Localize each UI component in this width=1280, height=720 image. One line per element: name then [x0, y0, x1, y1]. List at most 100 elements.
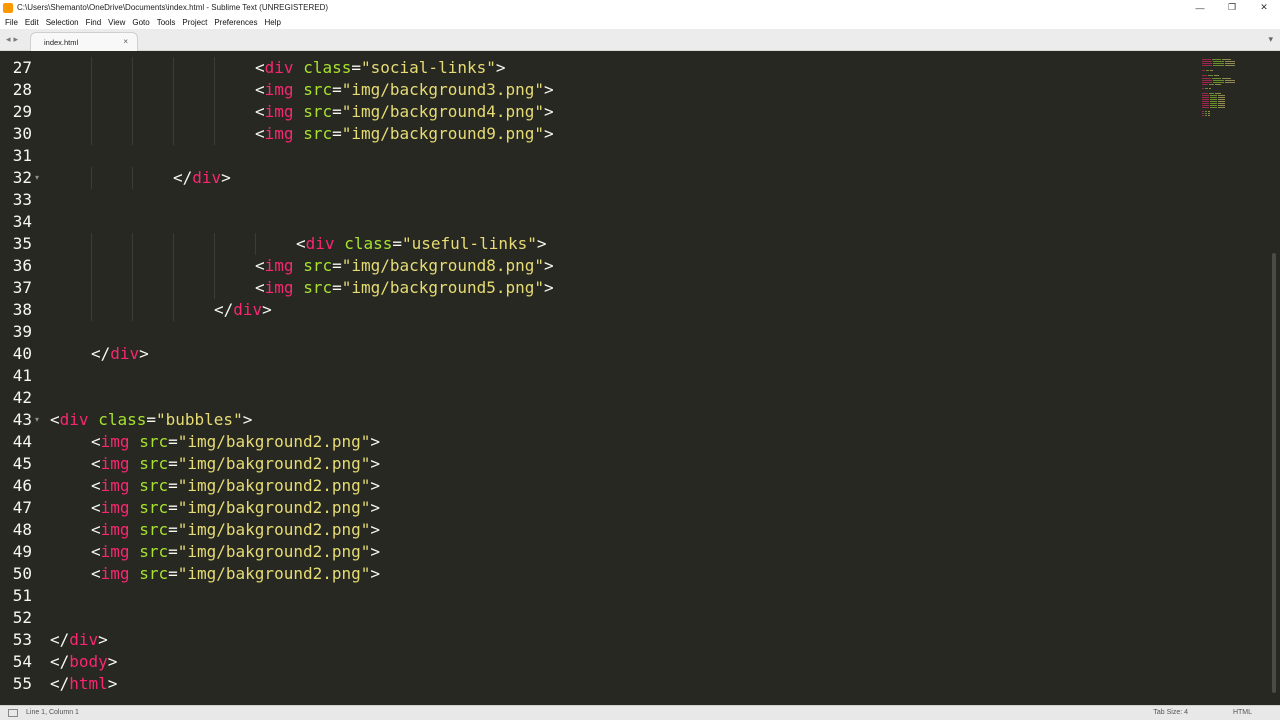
menu-project[interactable]: Project	[182, 18, 207, 27]
code-line[interactable]: 42	[0, 387, 1190, 409]
indent-guide	[91, 233, 92, 255]
minimap-line	[1224, 80, 1235, 81]
code-line[interactable]: 38 </div>	[0, 299, 1190, 321]
code-line[interactable]: 35 <div class="useful-links">	[0, 233, 1190, 255]
code-line[interactable]: 34	[0, 211, 1190, 233]
minimap-line	[1210, 97, 1217, 98]
tab-size-indicator[interactable]: Tab Size: 4	[1153, 709, 1188, 716]
minimap-line	[1205, 115, 1207, 116]
minimap-line	[1218, 105, 1225, 106]
minimap-line	[1208, 84, 1215, 85]
panel-toggle-icon[interactable]	[8, 709, 18, 717]
tab-label: index.html	[44, 38, 79, 47]
indent-guide	[173, 79, 174, 101]
code-line[interactable]: 45 <img src="img/bakground2.png">	[0, 453, 1190, 475]
code-line[interactable]: 43 ▾ <div class="bubbles">	[0, 409, 1190, 431]
code-line[interactable]: 48 <img src="img/bakground2.png">	[0, 519, 1190, 541]
menu-find[interactable]: Find	[86, 18, 102, 27]
line-number: 28	[12, 80, 32, 99]
minimap-line	[1202, 93, 1208, 94]
maximize-button[interactable]: ❐	[1216, 0, 1248, 15]
minimize-button[interactable]: —	[1184, 0, 1216, 15]
code-line[interactable]: 39	[0, 321, 1190, 343]
code-line[interactable]: 55 </html>	[0, 673, 1190, 695]
minimap-line	[1202, 82, 1213, 83]
code-line[interactable]: 37 <img src="img/background5.png">	[0, 277, 1190, 299]
code-text: </div>	[214, 300, 272, 319]
indent-guide	[91, 123, 92, 145]
indent-guide	[132, 101, 133, 123]
code-text: <img src="img/bakground2.png">	[91, 476, 381, 495]
minimap-line	[1202, 99, 1209, 100]
line-number: 38	[12, 300, 32, 319]
code-line[interactable]: 30 <img src="img/background9.png">	[0, 123, 1190, 145]
code-line[interactable]: 47 <img src="img/bakground2.png">	[0, 497, 1190, 519]
indent-guide	[132, 123, 133, 145]
code-line[interactable]: 28 <img src="img/background3.png">	[0, 79, 1190, 101]
scroll-thumb[interactable]	[1272, 253, 1276, 693]
code-line[interactable]: 29 <img src="img/background4.png">	[0, 101, 1190, 123]
window-controls: — ❐ ✕	[1184, 0, 1280, 15]
minimap-line	[1202, 78, 1211, 79]
code-text: </body>	[50, 652, 118, 671]
menu-tools[interactable]: Tools	[157, 18, 176, 27]
line-number: 37	[12, 278, 32, 297]
minimap-line	[1212, 59, 1221, 60]
menu-help[interactable]: Help	[264, 18, 280, 27]
code-line[interactable]: 41	[0, 365, 1190, 387]
fold-arrow-icon[interactable]: ▾	[35, 167, 39, 189]
vertical-scrollbar[interactable]	[1271, 53, 1277, 703]
fold-arrow-icon[interactable]: ▾	[35, 409, 39, 431]
tab-back-icon[interactable]: ◂	[6, 34, 11, 45]
menu-edit[interactable]: Edit	[25, 18, 39, 27]
code-line[interactable]: 52	[0, 607, 1190, 629]
code-line[interactable]: 33	[0, 189, 1190, 211]
line-number: 45	[12, 454, 32, 473]
menu-goto[interactable]: Goto	[132, 18, 149, 27]
line-number: 31	[12, 146, 32, 165]
tab-index-html[interactable]: index.html ×	[30, 32, 138, 51]
minimap-line	[1210, 107, 1217, 108]
code-text: <img src="img/background9.png">	[255, 124, 554, 143]
minimap-line	[1215, 93, 1221, 94]
indent-guide	[214, 233, 215, 255]
close-button[interactable]: ✕	[1248, 0, 1280, 15]
code-line[interactable]: 46 <img src="img/bakground2.png">	[0, 475, 1190, 497]
minimap[interactable]	[1198, 51, 1244, 131]
code-editor[interactable]: 27 <div class="social-links"> 28 <img src="…	[0, 51, 1280, 705]
menu-selection[interactable]: Selection	[46, 18, 79, 27]
tab-list-dropdown-icon[interactable]: ▾	[1268, 34, 1273, 45]
tab-forward-icon[interactable]: ▸	[14, 34, 19, 45]
minimap-line	[1205, 88, 1208, 89]
line-number: 42	[12, 388, 32, 407]
indent-guide	[91, 167, 92, 189]
code-line[interactable]: 36 <img src="img/background8.png">	[0, 255, 1190, 277]
line-number: 49	[12, 542, 32, 561]
minimap-line	[1224, 82, 1235, 83]
menu-view[interactable]: View	[108, 18, 125, 27]
code-line[interactable]: 40 </div>	[0, 343, 1190, 365]
code-line[interactable]: 27 <div class="social-links">	[0, 57, 1190, 79]
code-line[interactable]: 54 </body>	[0, 651, 1190, 673]
code-line[interactable]: 49 <img src="img/bakground2.png">	[0, 541, 1190, 563]
code-line[interactable]: 53 </div>	[0, 629, 1190, 651]
code-line[interactable]: 44 <img src="img/bakground2.png">	[0, 431, 1190, 453]
minimap-line	[1208, 75, 1213, 76]
indent-guide	[214, 79, 215, 101]
status-bar: Line 1, Column 1 Tab Size: 4 HTML	[0, 705, 1280, 720]
menu-preferences[interactable]: Preferences	[214, 18, 257, 27]
code-line[interactable]: 32 ▾ </div>	[0, 167, 1190, 189]
tab-close-icon[interactable]: ×	[123, 37, 128, 46]
menu-file[interactable]: File	[5, 18, 18, 27]
minimap-line	[1210, 70, 1213, 71]
code-text: <div class="useful-links">	[296, 234, 547, 253]
minimap-line	[1202, 75, 1207, 76]
minimap-line	[1208, 88, 1211, 89]
syntax-indicator[interactable]: HTML	[1233, 709, 1252, 716]
minimap-line	[1224, 61, 1235, 62]
code-line[interactable]: 31	[0, 145, 1190, 167]
code-line[interactable]: 50 <img src="img/bakground2.png">	[0, 563, 1190, 585]
code-line[interactable]: 51	[0, 585, 1190, 607]
minimap-line	[1202, 88, 1205, 89]
minimap-line	[1222, 59, 1231, 60]
